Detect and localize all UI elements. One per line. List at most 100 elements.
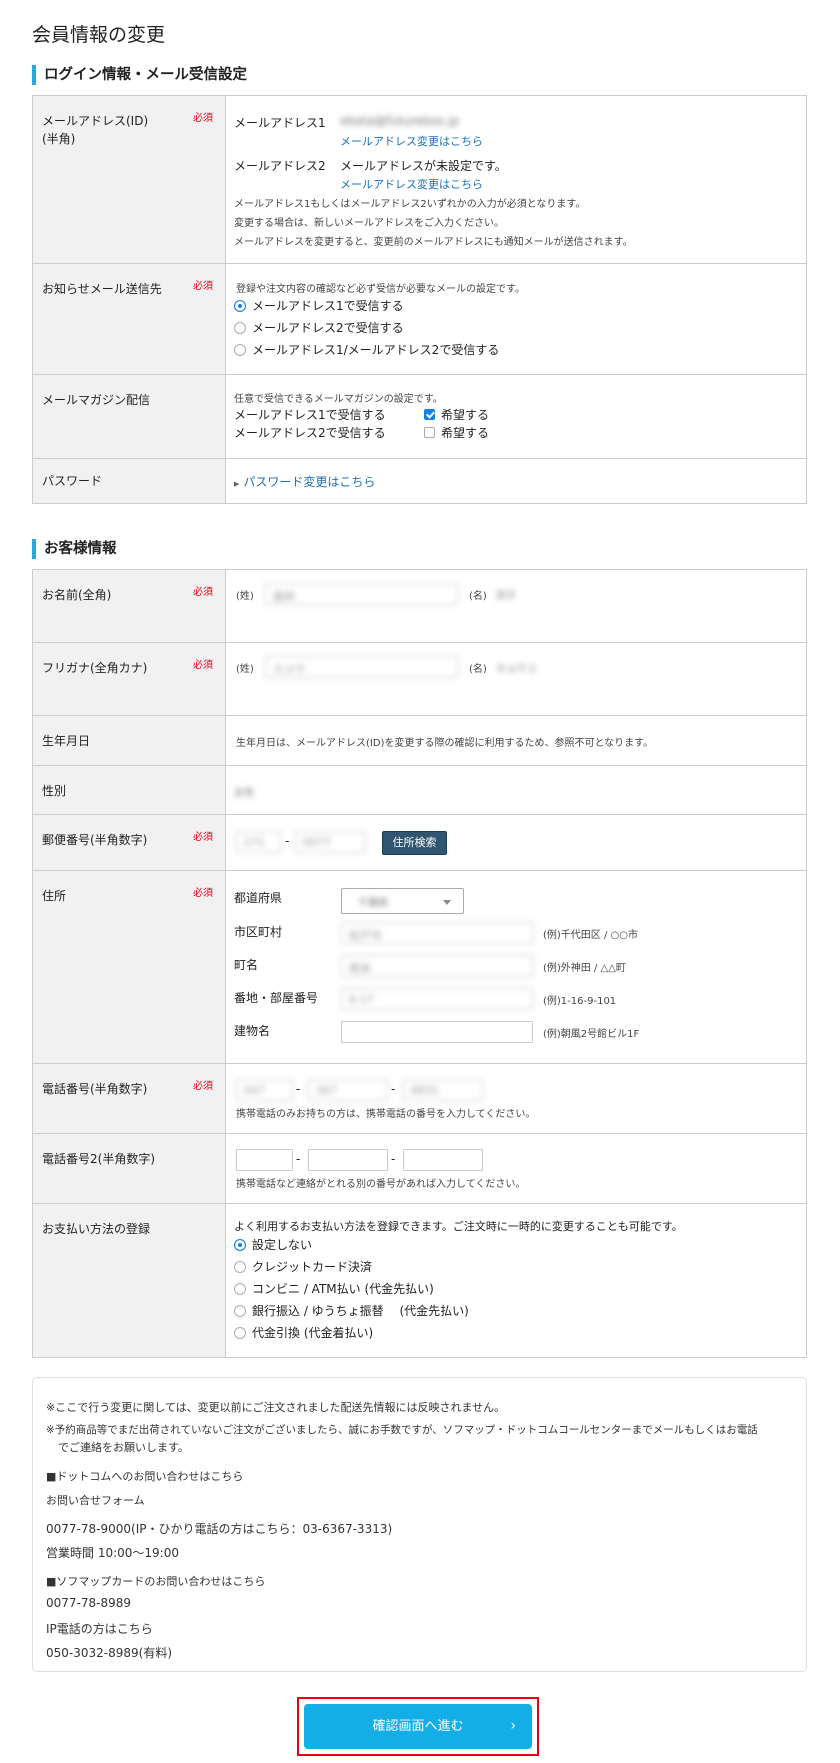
last-name-input[interactable]: 森林	[265, 583, 458, 605]
birthday-value-cell: 生年月日は、メールアドレス(ID)を変更する際の確認に利用するため、参照不可とな…	[226, 716, 806, 765]
last-name-kana-input[interactable]: カメヤ	[265, 656, 458, 678]
cta-highlight-frame: 確認画面へ進む ›	[297, 1697, 539, 1756]
payment-value-cell: よく利用するお支払い方法を登録できます。ご注文時に一時的に変更することも可能です…	[226, 1204, 806, 1357]
chevron-right-icon: ›	[510, 1718, 516, 1734]
notify-row: お知らせメール送信先 必須 登録や注文内容の確認など必ず受信が必要なメールの設定…	[33, 264, 806, 375]
gender-label-cell: 性別	[33, 766, 226, 814]
phone2-note: 携帯電話など連絡がとれる別の番号があれば入力してください。	[236, 1179, 526, 1190]
birthday-note: 生年月日は、メールアドレス(ID)を変更する際の確認に利用するため、参照不可とな…	[236, 738, 654, 749]
notify-option-1[interactable]: メールアドレス1で受信する	[234, 297, 404, 314]
kana-value-cell: (姓) カメヤ (名) キョウコ	[226, 643, 806, 715]
ip-phone-label: IP電話の方はこちら	[46, 1622, 153, 1636]
radio-selected-icon[interactable]	[234, 1238, 246, 1251]
email1-change-link[interactable]: メールアドレス変更はこちら	[340, 133, 483, 149]
payment-option-2[interactable]: クレジットカード決済	[234, 1258, 372, 1275]
zip-dash: -	[285, 834, 290, 848]
email2-value: メールアドレスが未設定です。	[340, 159, 507, 173]
email-note-3: メールアドレスを変更すると、変更前のメールアドレスにも通知メールが送信されます。	[234, 237, 633, 248]
checkbox-checked-icon[interactable]	[424, 409, 435, 420]
name-value-cell: (姓) 森林 (名) 京子	[226, 570, 806, 642]
town-example: (例)外神田 / △△町	[543, 963, 626, 974]
password-change-link[interactable]: ▶ パスワード変更はこちら	[234, 473, 375, 490]
phone2-input-3[interactable]	[403, 1149, 483, 1171]
password-row: パスワード ▶ パスワード変更はこちら	[33, 459, 806, 504]
required-badge: 必須	[193, 888, 213, 899]
notice-box: ※ここで行う変更に関しては、変更以前にご注文されました配送先情報には反映されませ…	[32, 1377, 807, 1672]
email-label-cell: メールアドレス(ID) (半角) 必須	[33, 96, 226, 263]
birthday-label-cell: 生年月日	[33, 716, 226, 765]
city-label: 市区町村	[234, 925, 283, 939]
payment-label: お支払い方法の登録	[42, 1222, 151, 1236]
notify-option-label: メールアドレス1/メールアドレス2で受信する	[252, 343, 500, 357]
email1-label: メールアドレス1	[234, 116, 326, 130]
address-search-button[interactable]: 住所検索	[382, 831, 447, 855]
kana-label-cell: フリガナ(全角カナ) 必須	[33, 643, 226, 715]
birthday-row: 生年月日 生年月日は、メールアドレス(ID)を変更する際の確認に利用するため、参…	[33, 716, 806, 766]
payment-option-3[interactable]: コンビニ / ATM払い (代金先払い)	[234, 1280, 434, 1297]
login-form-table: メールアドレス(ID) (半角) 必須 メールアドレス1 ebata@futur…	[32, 95, 807, 504]
gender-value-cell: 女性	[226, 766, 806, 814]
town-input[interactable]: 根本	[341, 955, 533, 977]
radio-icon[interactable]	[234, 343, 246, 356]
phone-input-3[interactable]: 8831	[403, 1079, 483, 1101]
phone-value-cell: 047 - 367 - 8831 携帯電話のみお持ちの方は、携帯電話の番号を入力…	[226, 1064, 806, 1133]
radio-icon[interactable]	[234, 321, 246, 334]
street-number-example: (例)1-16-9-101	[543, 996, 617, 1007]
gender-row: 性別 女性	[33, 766, 806, 815]
ip-phone: 050-3032-8989(有料)	[46, 1646, 173, 1660]
radio-icon[interactable]	[234, 1260, 246, 1273]
payment-option-4[interactable]: 銀行振込 / ゆうちょ振替 (代金先払い)	[234, 1302, 469, 1319]
phone2-input-2[interactable]	[308, 1149, 388, 1171]
zip-input-2[interactable]: 0077	[295, 831, 365, 853]
radio-icon[interactable]	[234, 1304, 246, 1317]
radio-selected-icon[interactable]	[234, 299, 246, 312]
kana-sei-label: (姓)	[236, 664, 254, 675]
building-input[interactable]	[341, 1021, 533, 1043]
prefecture-label: 都道府県	[234, 891, 283, 905]
page-title: 会員情報の変更	[32, 24, 166, 46]
required-badge: 必須	[193, 660, 213, 671]
notify-option-2[interactable]: メールアドレス2で受信する	[234, 319, 404, 336]
birthday-label: 生年月日	[42, 734, 91, 748]
email1-value: ebata@futurebox.jp	[340, 114, 460, 128]
checkbox-label: 希望する	[441, 426, 490, 440]
proceed-to-confirm-button[interactable]: 確認画面へ進む ›	[304, 1704, 532, 1749]
name-row: お名前(全角) 必須 (姓) 森林 (名) 京子	[33, 570, 806, 643]
zip-input-1[interactable]: 271	[236, 831, 281, 853]
radio-icon[interactable]	[234, 1326, 246, 1339]
phone2-row: 電話番号2(半角数字) - - 携帯電話など連絡がとれる別の番号があれば入力して…	[33, 1134, 806, 1204]
phone-label-cell: 電話番号(半角数字) 必須	[33, 1064, 226, 1133]
payment-option-1[interactable]: 設定しない	[234, 1236, 312, 1253]
checkbox-icon[interactable]	[424, 427, 435, 438]
payment-option-5[interactable]: 代金引換 (代金着払い)	[234, 1324, 373, 1341]
email2-change-link[interactable]: メールアドレス変更はこちら	[340, 176, 483, 192]
required-badge: 必須	[193, 113, 213, 124]
magazine-row2-checkbox[interactable]: 希望する	[424, 424, 489, 441]
required-badge: 必須	[193, 587, 213, 598]
phone-input-2[interactable]: 367	[308, 1079, 388, 1101]
magazine-row1-checkbox[interactable]: 希望する	[424, 406, 489, 423]
street-number-input[interactable]: 6-17	[341, 988, 533, 1010]
city-input[interactable]: 松戸市	[341, 922, 533, 944]
phone-dash-1: -	[296, 1082, 301, 1096]
zip-value-cell: 271 - 0077 住所検索	[226, 815, 806, 870]
password-change-link-label: パスワード変更はこちら	[243, 475, 376, 489]
first-name-kana-value[interactable]: キョウコ	[496, 660, 536, 675]
zip-row: 郵便番号(半角数字) 必須 271 - 0077 住所検索	[33, 815, 806, 871]
customer-form-table: お名前(全角) 必須 (姓) 森林 (名) 京子 フリガナ(全角カナ) 必須 (…	[32, 569, 807, 1358]
phone2-dash-1: -	[296, 1152, 301, 1166]
name-label-cell: お名前(全角) 必須	[33, 570, 226, 642]
phone-note: 携帯電話のみお持ちの方は、携帯電話の番号を入力してください。	[236, 1109, 536, 1120]
address-label-cell: 住所 必須	[33, 871, 226, 1063]
contact-form-link[interactable]: お問い合せフォーム	[46, 1492, 145, 1508]
phone-input-1[interactable]: 047	[236, 1079, 293, 1101]
radio-icon[interactable]	[234, 1282, 246, 1295]
notify-option-3[interactable]: メールアドレス1/メールアドレス2で受信する	[234, 341, 499, 358]
first-name-value[interactable]: 京子	[496, 587, 516, 602]
gender-value: 女性	[234, 788, 254, 799]
password-label: パスワード	[42, 474, 103, 488]
card-contact-heading: ■ソフマップカードのお問い合わせはこちら	[46, 1575, 266, 1588]
phone2-input-1[interactable]	[236, 1149, 293, 1171]
building-example: (例)朝風2号館ビル1F	[543, 1029, 640, 1040]
prefecture-select[interactable]: 千葉県	[341, 888, 464, 914]
